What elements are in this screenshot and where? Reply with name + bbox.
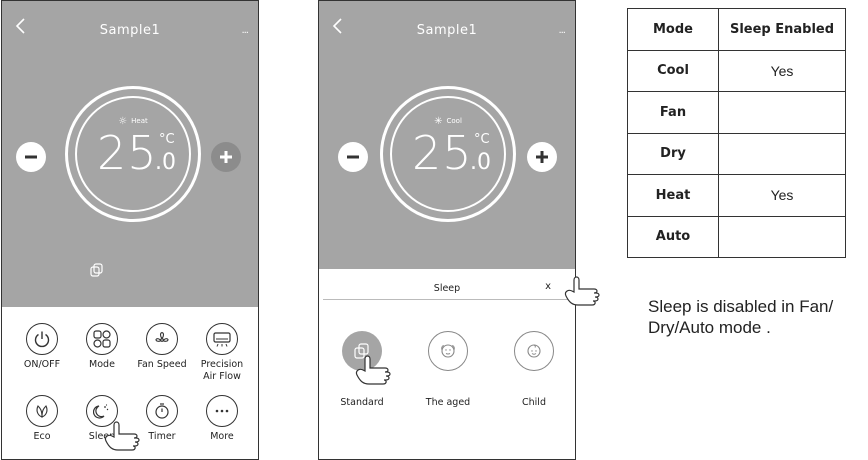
mode-grid-icon [93, 330, 111, 348]
more-label: More [210, 431, 234, 442]
phone-screen-sleep: Sample1 ··· ✳ Cool 25 °C .0 Sleep x Stand… [318, 0, 576, 460]
mode-label: Cool [446, 117, 462, 125]
table-cell: Dry [627, 132, 719, 175]
table-header: Sleep Enabled [718, 8, 846, 51]
precision-airflow-button[interactable]: Precision Air Flow [194, 323, 250, 383]
power-icon [34, 331, 50, 348]
sleep-panel-title: Sleep [433, 283, 461, 294]
divider [323, 299, 571, 300]
mode-label-text: Mode [89, 359, 115, 370]
table-row: Auto [627, 215, 846, 258]
device-title: Sample1 [99, 23, 161, 38]
more-icon [215, 409, 229, 413]
table-row: Heat Yes [627, 174, 846, 217]
temperature-unit: °C [474, 132, 490, 147]
precision-airflow-label: Precision Air Flow [200, 359, 244, 382]
table-row: Cool Yes [627, 49, 846, 92]
table-cell: Yes [718, 49, 846, 92]
copy-icon[interactable] [90, 263, 104, 277]
eco-label: Eco [33, 431, 51, 442]
fan-speed-label: Fan Speed [137, 359, 187, 370]
pointing-hand-icon [564, 276, 600, 306]
table-cell: Cool [627, 49, 719, 92]
moon-icon [93, 404, 109, 419]
sleep-option-aged[interactable]: The aged [413, 331, 483, 408]
eco-button[interactable]: Eco [14, 395, 70, 443]
sleep-option-child[interactable]: Child [499, 331, 569, 408]
table-header: Mode [627, 8, 719, 51]
increase-temp-button[interactable] [527, 142, 557, 172]
airflow-icon [213, 332, 231, 347]
more-options-icon[interactable]: ··· [241, 29, 248, 39]
temperature-unit: °C [159, 132, 175, 147]
more-button[interactable]: More [194, 395, 250, 443]
thermostat-panel-dimmed: Sample1 ··· ✳ Cool 25 °C .0 [319, 1, 575, 269]
table-row: Fan [627, 91, 846, 134]
temperature-dial: ✳ Cool 25 °C .0 [380, 86, 516, 222]
table-cell: Heat [627, 174, 719, 217]
table-cell [718, 91, 846, 134]
sleep-note: Sleep is disabled in Fan/ Dry/Auto mode … [648, 297, 834, 337]
table-cell [718, 215, 846, 258]
standard-label: Standard [340, 397, 384, 408]
thermostat-panel: Sample1 ··· ☼ Heat 25 °C .0 [2, 1, 258, 307]
phone-screen-main: Sample1 ··· ☼Heat 25 °C .0 ON/OFF Mode [1, 0, 259, 460]
decrease-temp-button[interactable] [16, 142, 46, 172]
child-face-icon [527, 344, 541, 358]
table-header-row: Mode Sleep Enabled [627, 8, 846, 51]
table-cell: Auto [627, 215, 719, 258]
aged-label: The aged [425, 397, 471, 408]
table-row: Dry [627, 132, 846, 175]
mode-label: Heat [131, 117, 148, 125]
onoff-label: ON/OFF [23, 359, 61, 370]
onoff-button[interactable]: ON/OFF [14, 323, 70, 371]
increase-temp-button[interactable] [211, 142, 241, 172]
temperature-dial: ☼ Heat 25 °C .0 [65, 86, 201, 222]
fan-icon [155, 331, 169, 342]
pointing-hand-icon [104, 421, 140, 451]
pointing-hand-icon [355, 355, 391, 385]
table-cell: Yes [718, 174, 846, 217]
child-label: Child [522, 397, 546, 408]
temperature-value: 25 [97, 126, 158, 180]
leaf-icon [36, 405, 48, 418]
temperature-decimal: .0 [155, 150, 176, 175]
temperature-decimal: .0 [470, 150, 491, 175]
timer-icon [155, 403, 169, 419]
more-options-icon[interactable]: ··· [558, 29, 565, 39]
aged-face-icon [441, 344, 455, 358]
sleep-mode-table: Mode Sleep Enabled Cool Yes Fan Dry Heat… [627, 8, 846, 258]
decrease-temp-button[interactable] [338, 142, 368, 172]
table-cell: Fan [627, 91, 719, 134]
sleep-close-button[interactable]: x [545, 281, 551, 292]
table-cell [718, 132, 846, 175]
mode-button[interactable]: Mode [74, 323, 130, 371]
temperature-value: 25 [412, 126, 473, 180]
fan-speed-button[interactable]: Fan Speed [134, 323, 190, 371]
device-title: Sample1 [416, 23, 478, 38]
